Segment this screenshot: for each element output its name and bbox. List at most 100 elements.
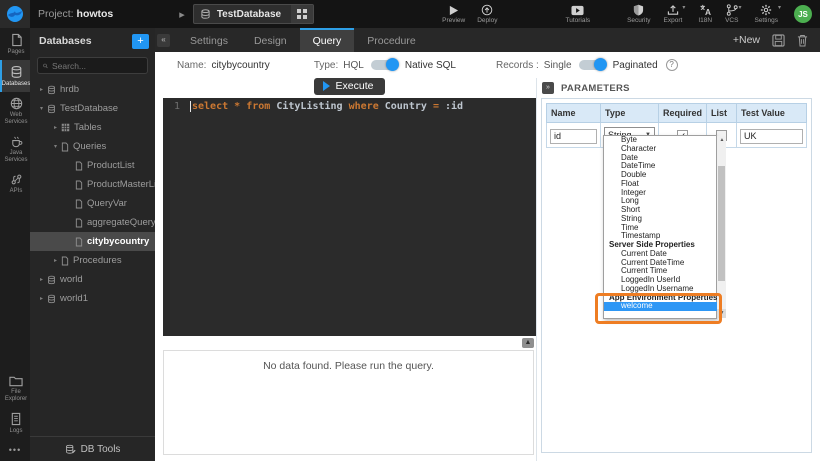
query-name-value: citybycountry (211, 60, 269, 71)
tree-item-citybycountry[interactable]: citybycountry (30, 232, 155, 251)
dropdown-scrollbar[interactable]: ▲ ▼ (717, 136, 726, 318)
tree-chevron-icon: ▾ (51, 143, 60, 150)
sidebar-collapse-button[interactable]: « (157, 34, 170, 47)
tree-item-queries[interactable]: ▾Queries (30, 137, 155, 156)
user-avatar[interactable]: JS (794, 5, 812, 23)
export-chevron-icon: ▾ (682, 4, 685, 11)
rail-item-file-explorer[interactable]: FileExplorer (0, 370, 30, 407)
tree-item-hrdb[interactable]: ▸hrdb (30, 80, 155, 99)
db-icon (10, 65, 23, 79)
rail-item-apis[interactable]: APIs (0, 168, 30, 199)
wavemaker-logo[interactable] (0, 0, 30, 28)
vcs-button[interactable]: VCS ▾ (725, 0, 741, 28)
tree-item-testdatabase[interactable]: ▾TestDatabase (30, 99, 155, 118)
gear-icon (760, 4, 772, 16)
tutorials-button[interactable]: Tutorials (565, 0, 590, 28)
tab-settings[interactable]: Settings (177, 28, 241, 52)
type-option-nativesql: Native SQL (405, 60, 456, 71)
new-query-button[interactable]: +New (733, 34, 760, 46)
translate-icon: A (699, 4, 712, 16)
collapse-results-button[interactable]: ▲ (522, 338, 534, 348)
security-button[interactable]: Security (627, 0, 650, 28)
deploy-icon (481, 4, 493, 16)
tree-item-world1[interactable]: ▸world1 (30, 289, 155, 308)
rail-item-java-services[interactable]: JavaServices (0, 130, 30, 168)
records-toggle[interactable] (579, 60, 606, 70)
records-label: Records : (496, 60, 539, 71)
search-input[interactable] (52, 61, 142, 71)
column-header-type: Type (601, 104, 659, 123)
execute-button[interactable]: Execute (314, 78, 386, 95)
name-label: Name: (177, 60, 206, 71)
scroll-down-icon[interactable]: ▼ (717, 309, 726, 318)
rail-more-button[interactable]: ••• (0, 439, 30, 461)
editor-line-number: 1 (163, 98, 185, 336)
tree-item-tables[interactable]: ▸Tables (30, 118, 155, 137)
breadcrumb-chevron-icon: ▸ (179, 8, 185, 21)
tree-item-productlist[interactable]: ProductList (30, 156, 155, 175)
database-tree: ▸hrdb▾TestDatabase▸Tables▾QueriesProduct… (30, 80, 155, 436)
sql-editor[interactable]: 1 select * from CityListing where Countr… (163, 98, 536, 336)
db-icon (47, 85, 56, 95)
settings-chevron-icon: ▾ (778, 4, 781, 11)
cup-icon (10, 135, 23, 148)
tree-item-queryvar[interactable]: QueryVar (30, 194, 155, 213)
tab-design[interactable]: Design (241, 28, 300, 52)
scroll-up-icon[interactable]: ▲ (717, 136, 726, 145)
rail-item-pages[interactable]: Pages (0, 28, 30, 60)
save-icon[interactable] (772, 34, 785, 47)
preview-button[interactable]: Preview (442, 0, 465, 28)
deploy-button[interactable]: Deploy (477, 0, 497, 28)
type-label: Type: (314, 60, 338, 71)
param-name-input[interactable] (550, 129, 597, 144)
export-button[interactable]: Export ▾ (664, 0, 686, 28)
add-database-button[interactable]: + (132, 34, 149, 49)
doc-icon (61, 256, 69, 266)
records-option-paginated: Paginated (613, 60, 658, 71)
param-testvalue-input[interactable] (740, 129, 803, 144)
i18n-button[interactable]: A I18N (698, 0, 712, 28)
scrollbar-thumb[interactable] (718, 166, 725, 281)
db-icon (47, 104, 56, 114)
doc-icon (75, 180, 83, 190)
main-panel: « SettingsDesignQueryProcedure +New Name… (155, 28, 820, 461)
tree-item-productmasterlist[interactable]: ProductMasterList (30, 175, 155, 194)
expand-parameters-button[interactable]: » (542, 82, 554, 94)
rail-item-logs[interactable]: Logs (0, 407, 30, 439)
tab-procedure[interactable]: Procedure (354, 28, 428, 52)
rail-item-databases[interactable]: Databases (0, 60, 30, 92)
type-toggle[interactable] (371, 60, 398, 70)
database-icon (200, 8, 211, 20)
export-icon (667, 4, 679, 16)
tabs: SettingsDesignQueryProcedure (177, 28, 429, 52)
page-icon (10, 33, 23, 47)
tree-item-procedures[interactable]: ▸Procedures (30, 251, 155, 270)
help-icon[interactable]: ? (666, 59, 678, 71)
project-name: howtos (77, 8, 114, 20)
tree-item-aggregatequery[interactable]: aggregateQuery (30, 213, 155, 232)
branch-icon (726, 4, 738, 16)
doc-icon (75, 199, 83, 209)
column-header-required: Required (659, 104, 707, 123)
tab-query[interactable]: Query (300, 28, 355, 52)
db-tools-button[interactable]: DB Tools (30, 436, 155, 461)
db-icon (47, 294, 56, 304)
tab-bar: « SettingsDesignQueryProcedure +New (155, 28, 820, 52)
delete-icon[interactable] (797, 34, 808, 47)
rail-item-web-services[interactable]: WebServices (0, 92, 30, 130)
settings-button[interactable]: Settings ▾ (754, 0, 781, 28)
tree-item-world[interactable]: ▸world (30, 270, 155, 289)
grid-view-icon[interactable] (291, 5, 313, 23)
sidebar-search[interactable] (37, 57, 148, 74)
execute-play-icon (323, 81, 330, 91)
log-icon (10, 412, 22, 426)
tree-chevron-icon: ▸ (51, 257, 60, 264)
column-header-name: Name (547, 104, 601, 123)
dropdown-option-welcome[interactable]: welcome (604, 302, 717, 311)
project-breadcrumb: Project: howtos (38, 8, 113, 20)
column-header-test-value: Test Value (737, 104, 807, 123)
database-selector[interactable]: TestDatabase (193, 4, 314, 24)
tree-chevron-icon: ▸ (51, 124, 60, 131)
vcs-chevron-icon: ▾ (738, 4, 741, 11)
editor-code-line: select * from CityListing where Country … (185, 98, 463, 336)
